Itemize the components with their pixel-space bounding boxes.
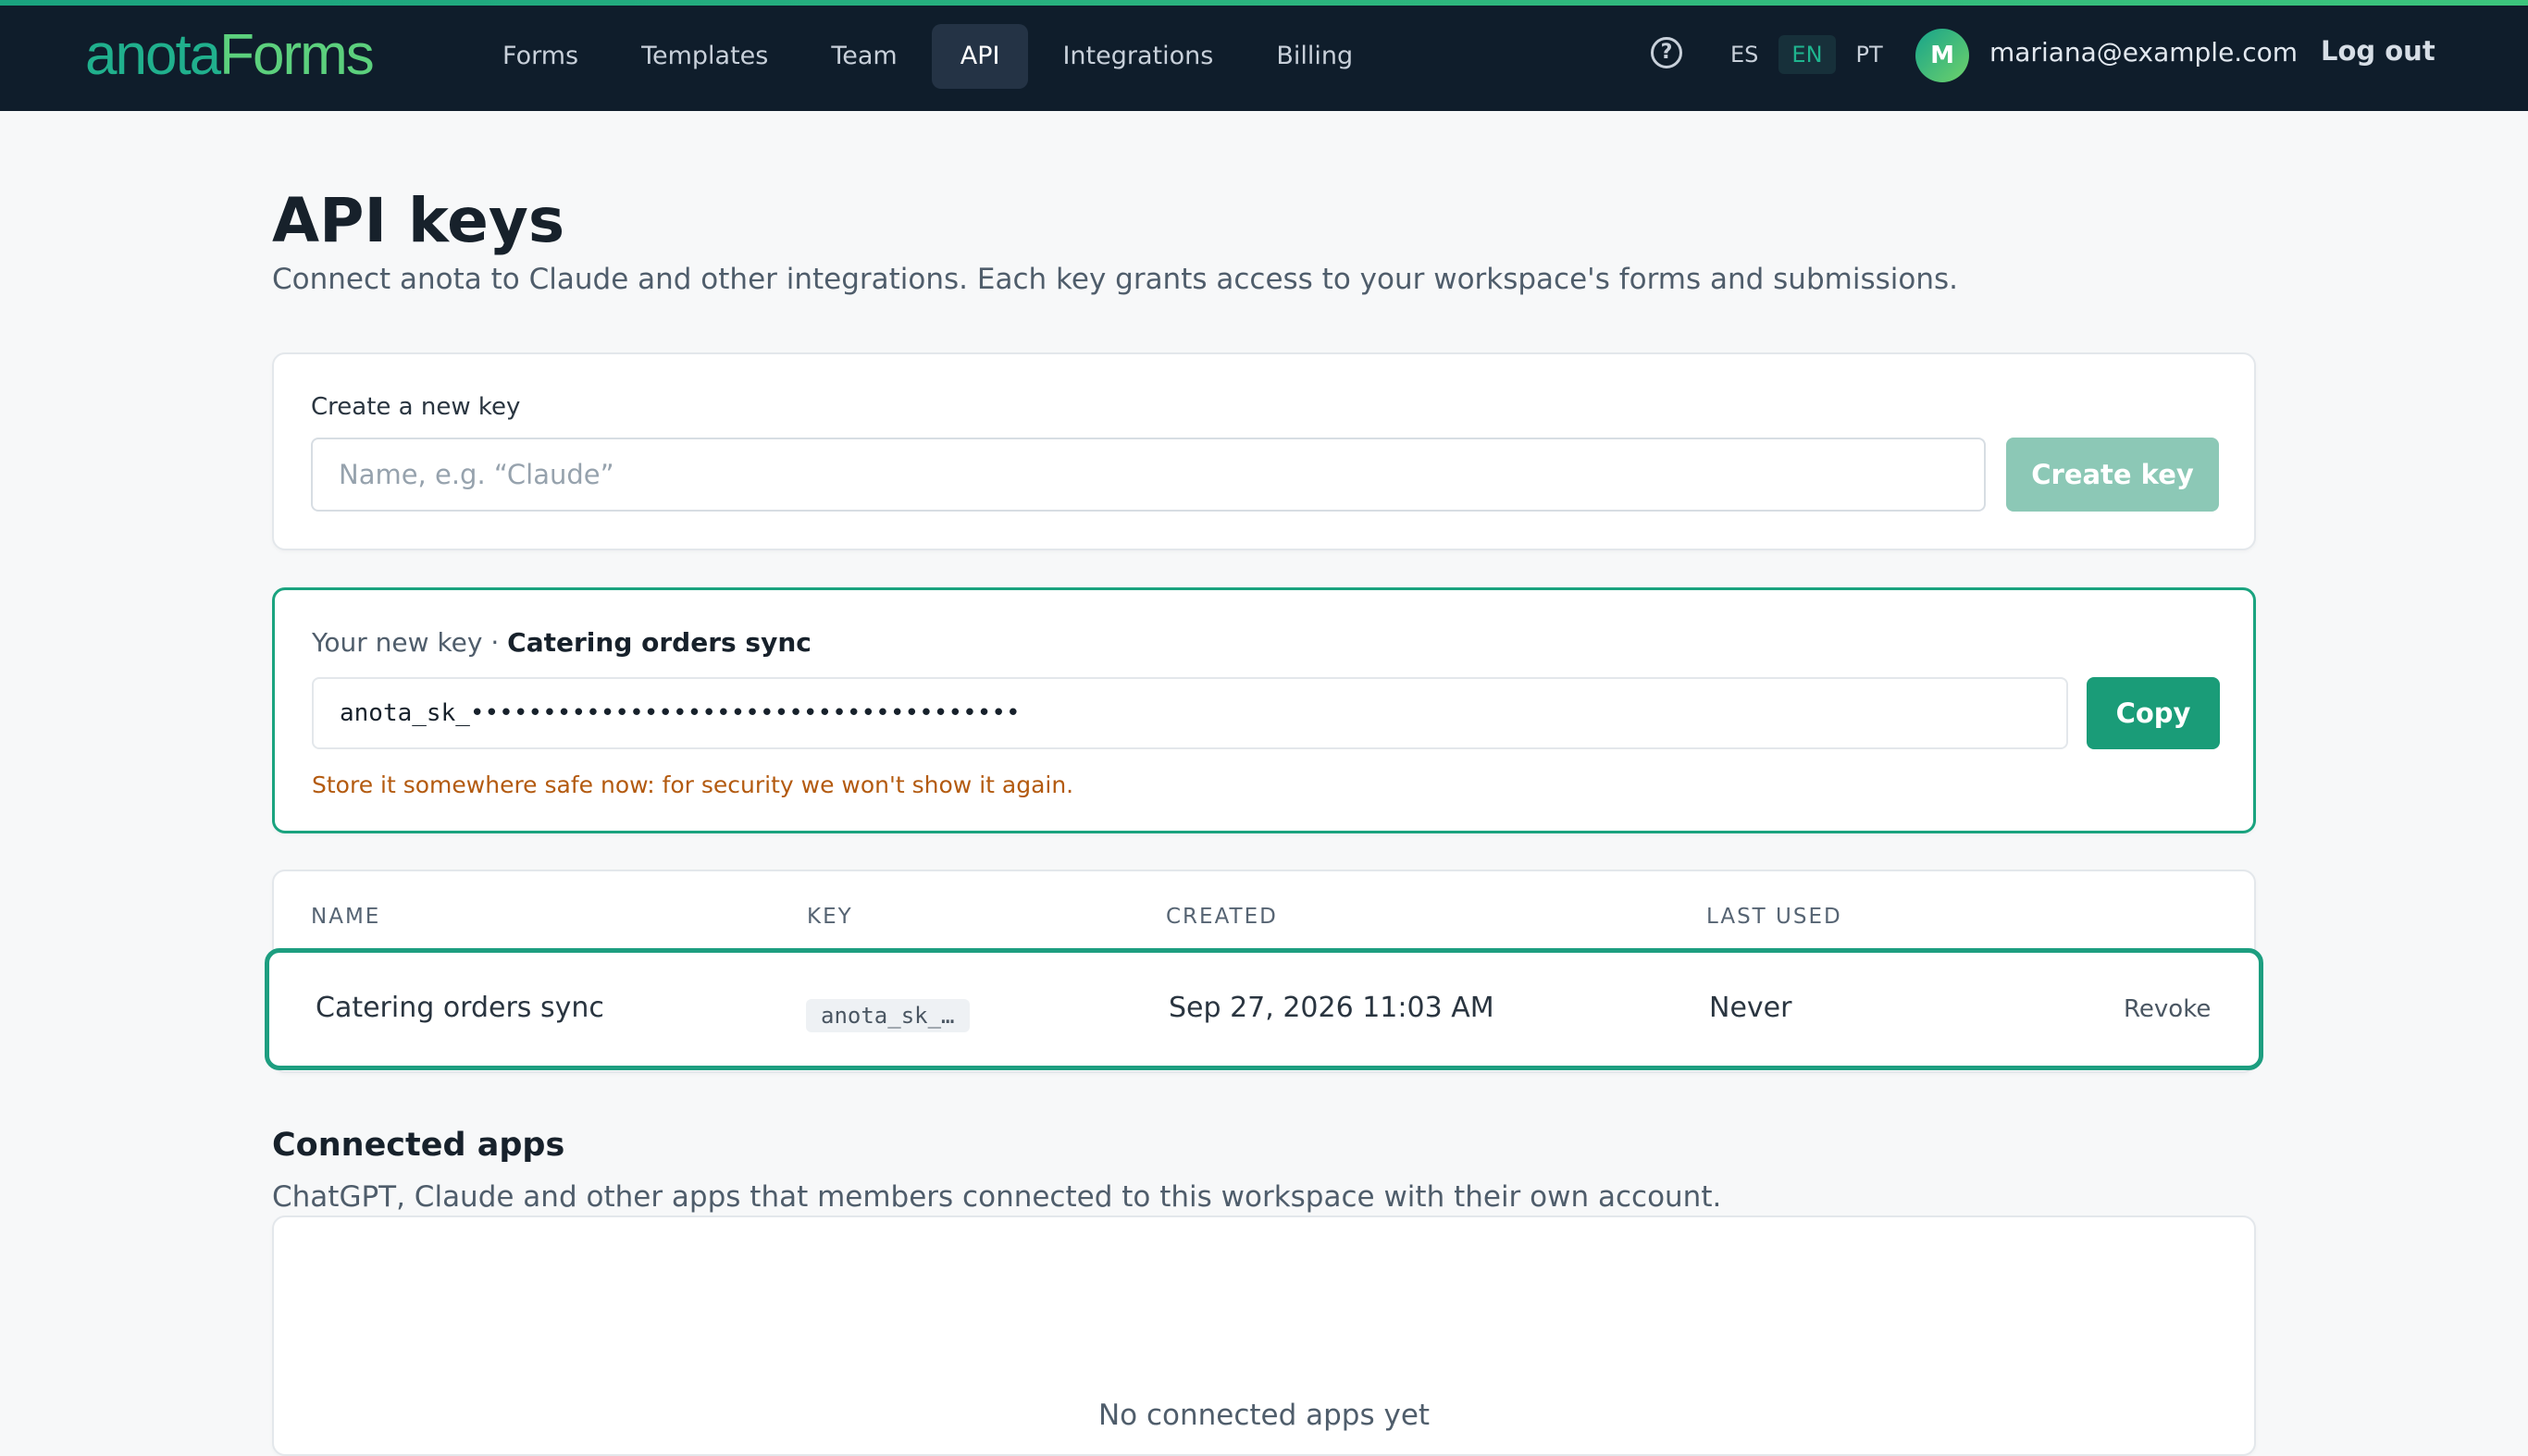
column-header-name: NAME xyxy=(311,905,381,929)
new-key-prefix: Your new key · xyxy=(312,627,508,658)
key-name-cell: Catering orders sync xyxy=(316,992,604,1024)
top-navigation-bar: anotaForms Forms Templates Team API Inte… xyxy=(0,0,2528,111)
connected-apps-title: Connected apps xyxy=(272,1127,565,1164)
copy-button[interactable]: Copy xyxy=(2087,677,2220,749)
language-switcher: ES EN PT xyxy=(1717,35,1903,74)
empty-state-text: No connected apps yet xyxy=(1097,1399,1431,1432)
connected-apps-subtitle: ChatGPT, Claude and other apps that memb… xyxy=(272,1180,1722,1214)
question-circle-icon[interactable]: ? xyxy=(1651,37,1682,68)
column-header-last-used: LAST USED xyxy=(1706,905,1842,929)
user-email: mariana@example.com xyxy=(1989,37,2299,68)
nav-item-templates[interactable]: Templates xyxy=(613,24,797,89)
language-pt[interactable]: PT xyxy=(1843,35,1896,74)
brand-logo-part2: Forms xyxy=(219,23,375,87)
key-prefix-chip: anota_sk_… xyxy=(806,999,970,1032)
brand-logo-part1: anota xyxy=(85,23,221,87)
language-es[interactable]: ES xyxy=(1717,35,1771,74)
language-en[interactable]: EN xyxy=(1778,35,1836,74)
brand-logo[interactable]: anotaForms xyxy=(85,20,375,91)
table-row: Catering orders sync anota_sk_… Sep 27, … xyxy=(265,948,2263,1070)
new-key-name: Catering orders sync xyxy=(507,627,812,658)
column-header-created: CREATED xyxy=(1166,905,1278,929)
nav-item-api[interactable]: API xyxy=(931,24,1029,89)
create-key-card: Create a new key Create key xyxy=(272,352,2256,550)
nav-item-team[interactable]: Team xyxy=(802,24,925,89)
new-key-card: Your new key · Catering orders sync anot… xyxy=(272,587,2256,833)
key-name-input[interactable] xyxy=(311,438,1986,512)
nav-item-forms[interactable]: Forms xyxy=(474,24,607,89)
accent-stripe xyxy=(0,0,2528,6)
avatar[interactable]: M xyxy=(1915,29,1969,82)
nav-item-integrations[interactable]: Integrations xyxy=(1034,24,1242,89)
connected-apps-card: No connected apps yet xyxy=(272,1215,2256,1456)
page-title: API keys xyxy=(272,185,565,256)
page-subtitle: Connect anota to Claude and other integr… xyxy=(272,263,1958,296)
create-key-label: Create a new key xyxy=(311,393,521,421)
security-warning: Store it somewhere safe now: for securit… xyxy=(312,771,1074,798)
main-nav: Forms Templates Team API Integrations Bi… xyxy=(474,24,1387,89)
column-header-key: KEY xyxy=(807,905,853,929)
new-key-value[interactable]: anota_sk_•••••••••••••••••••••••••••••••… xyxy=(312,677,2068,749)
revoke-button[interactable]: Revoke xyxy=(2124,995,2211,1023)
created-cell: Sep 27, 2026 11:03 AM xyxy=(1169,992,1494,1024)
new-key-label: Your new key · Catering orders sync xyxy=(312,627,812,658)
logout-button[interactable]: Log out xyxy=(2321,35,2435,67)
last-used-cell: Never xyxy=(1709,992,1792,1024)
nav-item-billing[interactable]: Billing xyxy=(1247,24,1382,89)
create-key-button[interactable]: Create key xyxy=(2006,438,2219,512)
